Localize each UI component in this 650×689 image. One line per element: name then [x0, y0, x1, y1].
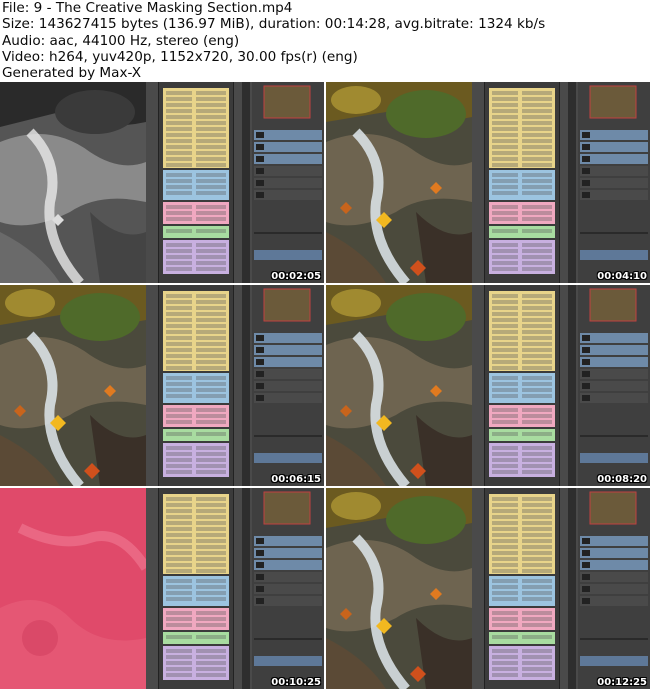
color-coded-panel: [484, 488, 560, 689]
timestamp: 00:12:25: [597, 677, 647, 688]
layers-panel: [578, 82, 650, 283]
video-thumbnail: 00:02:05: [0, 82, 324, 283]
toolbar-strip: [242, 82, 250, 283]
file-info-header: File: 9 - The Creative Masking Section.m…: [2, 0, 648, 81]
photoshop-workspace: [472, 285, 650, 486]
toolbar-strip: [568, 488, 576, 689]
toolbar-strip: [242, 285, 250, 486]
layers-panel: [578, 285, 650, 486]
photo-preview: [326, 82, 472, 283]
layers-panel: [578, 488, 650, 689]
color-coded-panel: [158, 488, 234, 689]
timestamp: 00:06:15: [271, 474, 321, 485]
toolbar-strip: [568, 82, 576, 283]
timestamp: 00:02:05: [271, 271, 321, 282]
color-coded-panel: [158, 82, 234, 283]
photo-preview: [0, 285, 146, 486]
toolbar-strip: [568, 285, 576, 486]
photoshop-workspace: [146, 82, 324, 283]
thumbnail-grid: 00:02:05 00:04:10 00:06:15 00:08:20 00:1…: [0, 82, 650, 689]
photo-preview: [0, 82, 146, 283]
photo-preview: [0, 488, 146, 689]
color-coded-panel: [484, 82, 560, 283]
file-name-line: File: 9 - The Creative Masking Section.m…: [2, 0, 293, 16]
video-thumbnail: 00:08:20: [326, 285, 650, 486]
timestamp: 00:10:25: [271, 677, 321, 688]
video-info-line: Video: h264, yuv420p, 1152x720, 30.00 fp…: [2, 48, 358, 65]
photo-preview: [326, 488, 472, 689]
video-thumbnail: 00:04:10: [326, 82, 650, 283]
color-coded-panel: [484, 285, 560, 486]
file-size-line: Size: 143627415 bytes (136.97 MiB), dura…: [2, 16, 546, 33]
audio-info-line: Audio: aac, 44100 Hz, stereo (eng): [2, 32, 240, 49]
timestamp: 00:08:20: [597, 474, 647, 485]
video-thumbnail: 00:12:25: [326, 488, 650, 689]
timestamp: 00:04:10: [597, 271, 647, 282]
photoshop-workspace: [472, 82, 650, 283]
layers-panel: [252, 82, 324, 283]
video-thumbnail: 00:10:25: [0, 488, 324, 689]
photoshop-workspace: [146, 488, 324, 689]
generator-line: Generated by Max-X: [2, 65, 142, 82]
toolbar-strip: [242, 488, 250, 689]
layers-panel: [252, 285, 324, 486]
color-coded-panel: [158, 285, 234, 486]
layers-panel: [252, 488, 324, 689]
photoshop-workspace: [146, 285, 324, 486]
video-thumbnail: 00:06:15: [0, 285, 324, 486]
photoshop-workspace: [472, 488, 650, 689]
photo-preview: [326, 285, 472, 486]
